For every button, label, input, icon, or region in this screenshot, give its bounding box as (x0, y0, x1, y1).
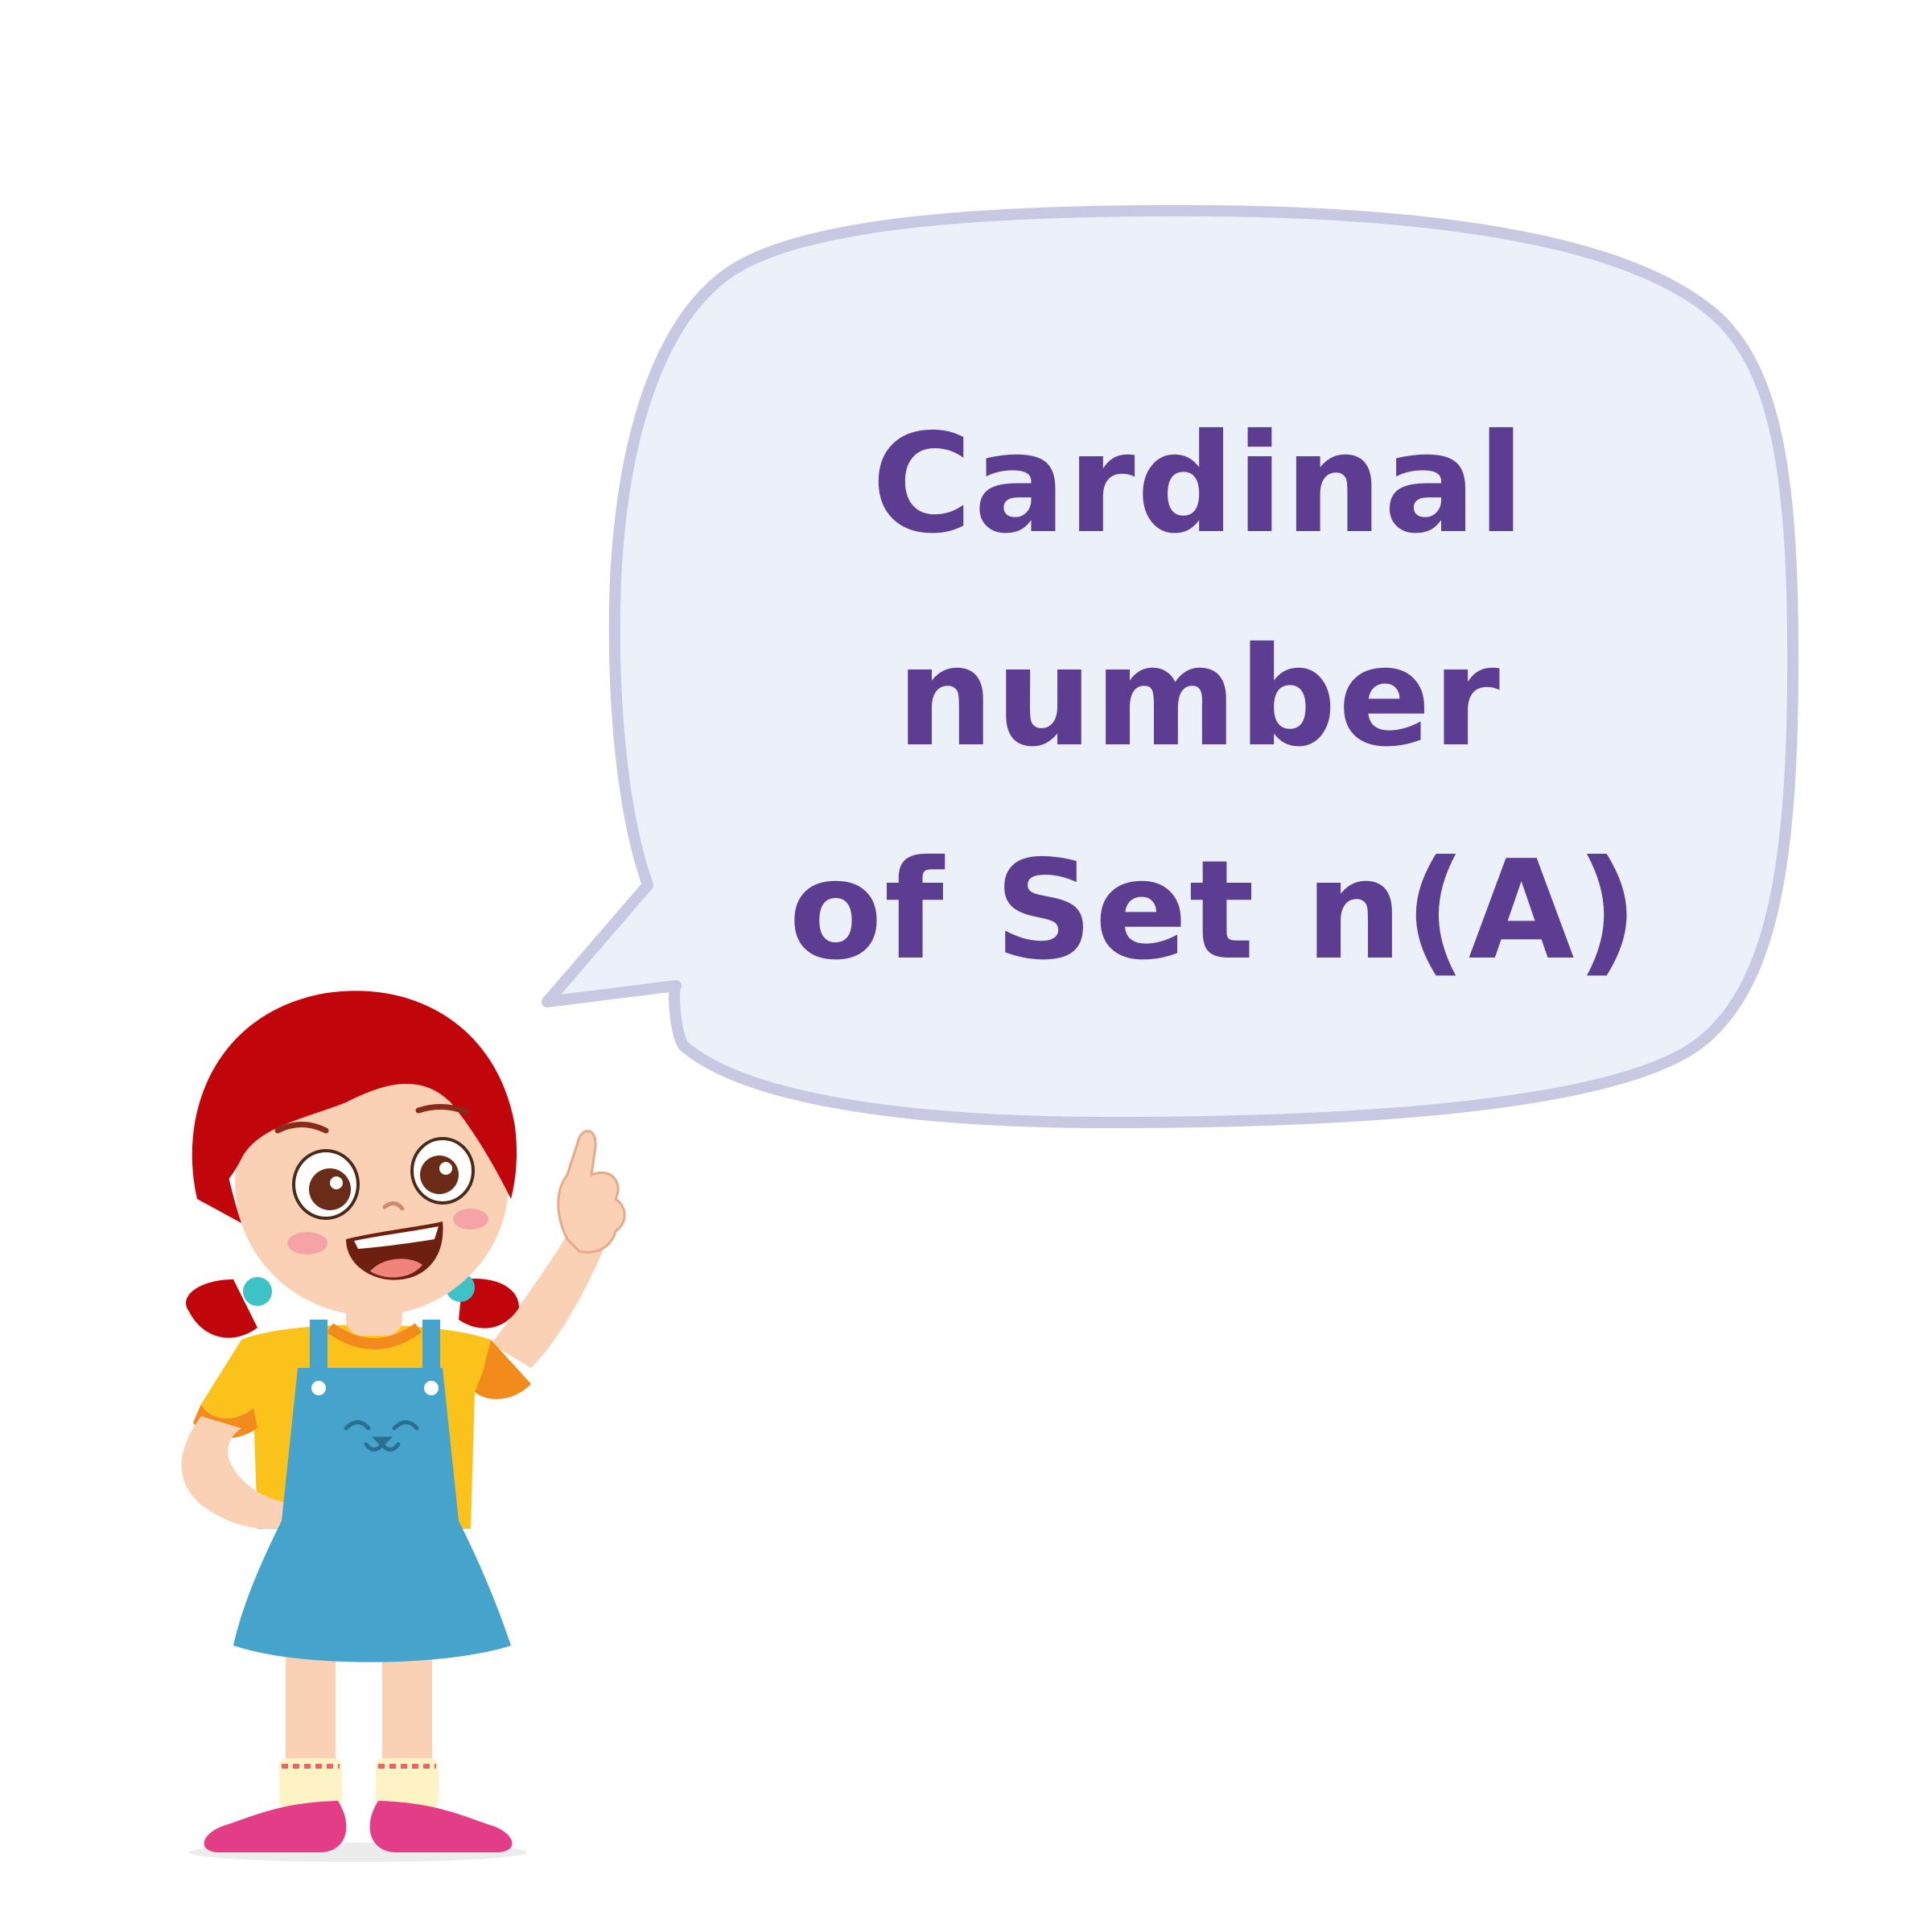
right-shoe (369, 1801, 513, 1852)
strap-left (310, 1320, 327, 1384)
left-shoe (204, 1801, 347, 1852)
pointing-hand (557, 1130, 626, 1254)
right-cheek (453, 1209, 488, 1230)
bubble-line-2: number (896, 618, 1502, 777)
left-cheek (287, 1232, 327, 1254)
bubble-line-3: of Set n(A) (789, 831, 1641, 991)
speech-bubble-text: Cardinal number of Set n(A) (789, 378, 1641, 1018)
bubble-line-1: Cardinal (871, 405, 1526, 564)
girl-character (181, 991, 626, 1862)
strap-right (422, 1320, 440, 1384)
